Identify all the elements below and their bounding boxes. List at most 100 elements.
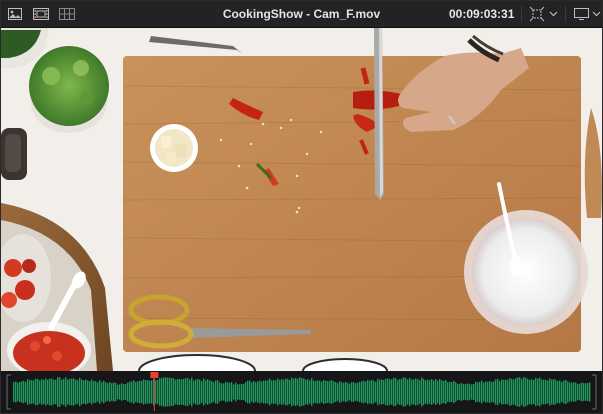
- waveform-bar: [247, 380, 249, 404]
- waveform-bar: [185, 378, 187, 406]
- waveform-bar: [453, 380, 455, 404]
- waveform-bar: [471, 384, 473, 400]
- waveform-bar: [15, 381, 17, 403]
- waveform-bar: [57, 377, 59, 407]
- waveform-bar: [361, 381, 363, 403]
- waveform-bar: [469, 383, 471, 401]
- waveform-bar: [575, 382, 577, 402]
- video-frame[interactable]: [1, 28, 602, 371]
- waveform-bar: [335, 381, 337, 403]
- waveform-bar: [343, 382, 345, 402]
- waveform-bar: [577, 384, 579, 400]
- waveform-bar: [541, 379, 543, 405]
- waveform-bar: [255, 382, 257, 402]
- waveform-bar: [529, 379, 531, 405]
- waveform-bar: [235, 382, 237, 402]
- waveform-bar: [211, 380, 213, 404]
- waveform-bar: [63, 378, 65, 406]
- waveform-bar: [501, 379, 503, 405]
- waveform-bar: [421, 377, 423, 407]
- header-divider: [521, 6, 522, 22]
- waveform-bar: [463, 384, 465, 400]
- waveform-bar: [177, 379, 179, 405]
- waveform-bar: [47, 379, 49, 405]
- waveform-bar: [385, 378, 387, 406]
- waveform-bar: [553, 379, 555, 405]
- playhead-marker[interactable]: [150, 372, 159, 378]
- waveform-bar: [337, 383, 339, 401]
- waveform-bar: [543, 379, 545, 405]
- waveform-bar: [229, 382, 231, 402]
- waveform-bar: [571, 382, 573, 402]
- waveform-bar: [339, 381, 341, 403]
- waveform-bar: [355, 383, 357, 401]
- waveform-bar: [45, 378, 47, 406]
- waveform-bar: [39, 380, 41, 404]
- waveform-bar: [483, 382, 485, 402]
- waveform-bar: [101, 382, 103, 402]
- waveform-bar: [221, 383, 223, 401]
- waveform-bar: [209, 380, 211, 404]
- waveform-bar: [327, 381, 329, 403]
- waveform-bar: [299, 377, 301, 407]
- waveform-bar: [197, 379, 199, 405]
- waveform-bar: [133, 380, 135, 404]
- waveform-bar: [545, 379, 547, 405]
- waveform-bar: [303, 378, 305, 406]
- waveform-bar: [589, 382, 591, 402]
- waveform-bar: [151, 380, 153, 404]
- waveform-bar: [275, 380, 277, 404]
- waveform-bar: [29, 379, 31, 405]
- waveform-track[interactable]: [1, 371, 602, 413]
- dropdown-chevron-icon[interactable]: [591, 6, 601, 22]
- waveform-bar: [525, 377, 527, 407]
- waveform-bar: [67, 379, 69, 405]
- image-view-icon[interactable]: [7, 6, 23, 22]
- waveform-bar: [551, 379, 553, 405]
- waveform-bar: [531, 379, 533, 405]
- waveform-bar: [111, 383, 113, 401]
- dropdown-chevron-icon[interactable]: [548, 6, 558, 22]
- waveform-bar: [493, 381, 495, 403]
- waveform-bar: [395, 378, 397, 406]
- microgreens: [29, 46, 109, 126]
- waveform-bar: [245, 382, 247, 402]
- waveform-bar: [175, 379, 177, 405]
- monitor-view-icon[interactable]: [573, 6, 589, 22]
- waveform-bar: [485, 381, 487, 403]
- transform-icon[interactable]: [529, 6, 545, 22]
- waveform-bar: [77, 380, 79, 404]
- waveform-bar: [319, 380, 321, 404]
- waveform-bar: [301, 378, 303, 406]
- waveform-bar: [161, 377, 163, 407]
- waveform-bar: [509, 378, 511, 406]
- waveform-bar: [475, 381, 477, 403]
- waveform-bar: [119, 384, 121, 400]
- waveform-bar: [123, 384, 125, 400]
- waveform-bar: [241, 383, 243, 401]
- waveform-bar: [383, 379, 385, 405]
- waveform-bar: [549, 378, 551, 406]
- waveform-bar: [37, 378, 39, 406]
- audio-scrubber[interactable]: [1, 371, 602, 413]
- waveform-bar: [147, 380, 149, 404]
- waveform-bar: [297, 379, 299, 405]
- waveform-bar: [145, 380, 147, 404]
- waveform-bar: [143, 379, 145, 405]
- waveform-bar: [345, 381, 347, 403]
- waveform-bar: [533, 379, 535, 405]
- grid-view-icon[interactable]: [59, 6, 75, 22]
- waveform-bar: [217, 380, 219, 404]
- waveform-bar: [167, 377, 169, 407]
- film-strip-icon[interactable]: [33, 6, 49, 22]
- waveform-bar: [449, 381, 451, 403]
- waveform-bar: [467, 383, 469, 401]
- waveform-bar: [399, 379, 401, 405]
- timecode-display[interactable]: 00:09:03:31: [449, 1, 514, 27]
- waveform-bar: [445, 379, 447, 405]
- waveform-bar: [439, 379, 441, 405]
- waveform-bar: [107, 383, 109, 401]
- waveform-bar: [527, 378, 529, 406]
- waveform-bar: [459, 383, 461, 401]
- waveform-bar: [277, 378, 279, 406]
